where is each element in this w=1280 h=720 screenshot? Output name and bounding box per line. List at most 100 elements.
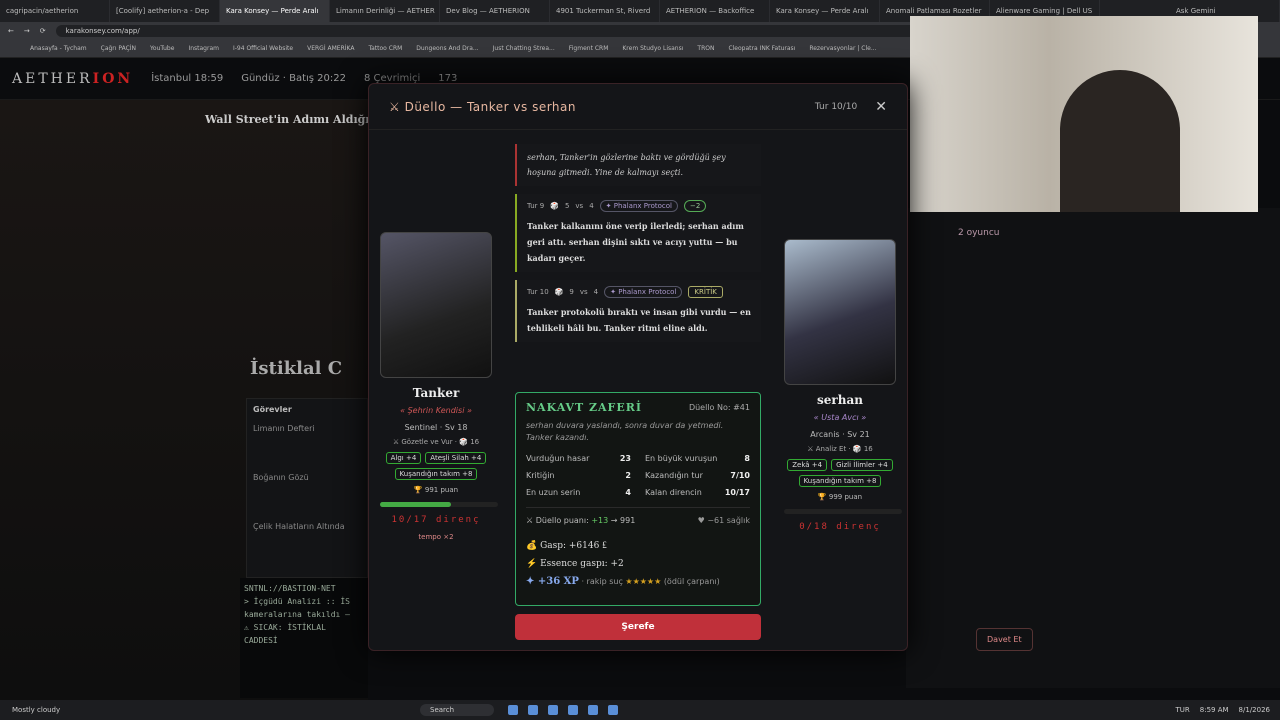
- task-item[interactable]: Çelik Halatların Altında: [253, 522, 361, 531]
- log-entry: Tur 10 🎲 9 vs 4 ✦ Phalanx Protocol KRİTİK Tank…: [515, 280, 761, 342]
- turn-label: Tur 10: [527, 288, 549, 296]
- language-indicator[interactable]: TUR: [1176, 706, 1190, 714]
- url-input[interactable]: karakonsey.com/app/: [55, 25, 916, 37]
- modal-title: ⚔ Düello — Tanker vs serhan: [389, 99, 576, 114]
- bookmark-item[interactable]: Krem Studyo Lisansı: [622, 45, 683, 52]
- clock-date[interactable]: 8/1/2026: [1239, 706, 1270, 714]
- streamer-silhouette: [1060, 70, 1180, 212]
- resolve-counter: 10/17 direnç: [391, 515, 481, 525]
- back-icon[interactable]: ←: [8, 27, 14, 35]
- fighter-portrait: [784, 239, 896, 385]
- xp-row: ✦ +36 XP · rakip suç ★★★★★ (ödül çarpanı…: [526, 573, 750, 591]
- bookmark-item[interactable]: Dungeons And Dra...: [416, 45, 478, 52]
- victory-panel: NAKAVT ZAFERİ Düello No: #41 serhan duvar…: [515, 392, 761, 606]
- critical-badge: KRİTİK: [688, 286, 723, 298]
- fighter-portrait: [380, 232, 492, 378]
- skill-pill: ✦ Phalanx Protocol: [599, 200, 678, 212]
- invite-button[interactable]: Davet Et: [976, 628, 1033, 651]
- browser-tab[interactable]: cagripacin/aetherion: [0, 0, 110, 22]
- bookmark-item[interactable]: Rezervasyonlar | Cle...: [809, 45, 876, 52]
- star-rating: ★★★★★: [625, 577, 662, 586]
- gasp-reward: 💰 Gasp: +6146 ₤: [526, 541, 607, 551]
- tasks-title: Görevler: [253, 405, 292, 414]
- browser-tab[interactable]: Limanın Derinliği — AETHER: [330, 0, 440, 22]
- health-bar: [784, 509, 902, 514]
- bookmark-item[interactable]: Tattoo CRM: [368, 45, 402, 52]
- bookmark-item[interactable]: Çağrı PAÇİN: [101, 45, 136, 52]
- app-icon[interactable]: [528, 705, 539, 715]
- fighter-tags: Algı +4 Ateşli Silah +4 Kuşandığın takım…: [380, 452, 492, 480]
- bookmark-item[interactable]: Anasayfa - Tycham: [30, 45, 87, 52]
- duel-number: Düello No: #41: [688, 403, 750, 412]
- task-item[interactable]: Boğanın Gözü: [253, 473, 361, 482]
- site-logo[interactable]: AETHERION: [12, 71, 133, 87]
- task-item[interactable]: Limanın Defteri: [253, 424, 361, 433]
- multiplier-note: (ödül çarpanı): [663, 577, 720, 586]
- modal-header: ⚔ Düello — Tanker vs serhan Tur 10/10 ✕: [369, 84, 907, 130]
- rewards: 💰 Gasp: +6146 ₤ ⚡ Essence gaspı: +2 ✦ +3…: [526, 537, 750, 591]
- duel-points-row: ⚔ Düello puanı: +13 → 991 ♥ −61 sağlık: [526, 507, 750, 525]
- browser-tab[interactable]: Dev Blog — AETHERION: [440, 0, 550, 22]
- taskbar: Mostly cloudy Search TUR 8:59 AM 8/1/2026: [0, 700, 1280, 720]
- browser-tab[interactable]: 4901 Tuckerman St, Riverd: [550, 0, 660, 22]
- app-icon[interactable]: [548, 705, 559, 715]
- forward-icon[interactable]: →: [24, 27, 30, 35]
- tag: Algı +4: [385, 452, 422, 464]
- fighter-class: Arcanis · Sv 21: [810, 430, 870, 439]
- app-icon[interactable]: [608, 705, 619, 715]
- roll-a: 5: [564, 202, 570, 210]
- tag: Gizli İlimler +4: [831, 459, 893, 471]
- reload-icon[interactable]: ⟳: [40, 27, 46, 35]
- cheers-button[interactable]: Şerefe: [515, 614, 761, 640]
- stat-row: En büyük vuruşun 8: [645, 454, 750, 463]
- xp-reward: ✦ +36 XP: [526, 576, 579, 587]
- bookmark-item[interactable]: I-94 Official Website: [233, 45, 293, 52]
- points-total: → 991: [610, 516, 636, 525]
- vs-label: vs: [575, 202, 584, 210]
- essence-reward: ⚡ Essence gaspı: +2: [526, 559, 624, 569]
- bookmark-item[interactable]: Figment CRM: [569, 45, 609, 52]
- health-bar-fill: [380, 502, 451, 507]
- stat-row: Kritiğin 2: [526, 471, 631, 480]
- app-icon[interactable]: [508, 705, 519, 715]
- combat-log[interactable]: serhan, Tanker'in gözlerine baktı ve gör…: [515, 144, 761, 384]
- bookmark-item[interactable]: YouTube: [150, 45, 174, 52]
- browser-tab[interactable]: Kara Konsey — Perde Aralı: [770, 0, 880, 22]
- weather-widget[interactable]: Mostly cloudy: [0, 706, 400, 714]
- app-icon[interactable]: [588, 705, 599, 715]
- bookmark-item[interactable]: VERGİ AMERİKA: [307, 45, 354, 52]
- bookmark-item[interactable]: TRON: [697, 45, 714, 52]
- dice-icon: 🎲: [550, 202, 559, 210]
- player-count: 2 oyuncu: [958, 228, 1000, 238]
- tag: Kuşandığın takım +8: [394, 468, 478, 480]
- terminal-line: ⚠ SICAK: İSTİKLAL CADDESİ: [244, 623, 326, 645]
- duel-modal: ⚔ Düello — Tanker vs serhan Tur 10/10 ✕ …: [368, 83, 908, 651]
- stat-row: Vurduğun hasar 23: [526, 454, 631, 463]
- taskbar-search[interactable]: Search: [420, 704, 495, 716]
- roll-b: 4: [593, 288, 599, 296]
- bookmark-item[interactable]: Cleopatra INK Faturası: [728, 45, 795, 52]
- stat-row: Kazandığın tur 7/10: [645, 471, 750, 480]
- browser-tab[interactable]: AETHERION — Backoffice: [660, 0, 770, 22]
- fighter-left: Tanker « Şehrin Kendisi » Sentinel · Sv …: [380, 232, 498, 541]
- clock-time[interactable]: 8:59 AM: [1200, 706, 1229, 714]
- terminal-line: > İçgüdü Analizi :: İS: [244, 597, 350, 606]
- terminal-line: kameralarına takıldı —: [244, 610, 350, 619]
- close-icon[interactable]: ✕: [875, 99, 887, 115]
- news-banner[interactable]: Wall Street'in Adımı Aldığı Ş: [205, 113, 381, 126]
- tempo-badge: tempo ×2: [418, 533, 454, 541]
- stat-row: En uzun serin 4: [526, 488, 631, 497]
- location-label: İstanbul 18:59: [151, 73, 224, 84]
- resolve-counter: 0/18 direnç: [799, 522, 881, 532]
- log-text: Tanker kalkanını öne verip ilerledi; ser…: [527, 221, 744, 263]
- bookmark-item[interactable]: Instagram: [188, 45, 219, 52]
- browser-tab[interactable]: Kara Konsey — Perde Aralı: [220, 0, 330, 22]
- bookmark-item[interactable]: Just Chatting Strea...: [493, 45, 555, 52]
- log-text: Tanker protokolü bıraktı ve insan gibi v…: [527, 307, 751, 333]
- terminal-line: SNTNL://BASTION-NET: [244, 584, 336, 593]
- vs-label: vs: [579, 288, 588, 296]
- points-delta: +13: [591, 516, 609, 525]
- app-icon[interactable]: [568, 705, 579, 715]
- browser-tab[interactable]: [Coolify] aetherion-a - Dep: [110, 0, 220, 22]
- modifier-badge: −2: [683, 200, 707, 212]
